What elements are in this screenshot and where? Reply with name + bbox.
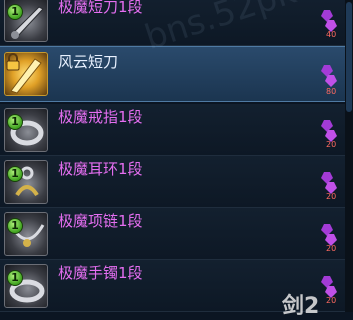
level-badge: 1 [7,114,23,130]
cost-count: 20 [326,296,337,305]
corner-text: 剑2 [282,294,320,319]
lock-icon [6,53,20,71]
list-item[interactable]: 风云短刀 80 [0,46,353,102]
level-badge: 1 [7,218,23,234]
item-name: 极魔耳环1段 [58,160,143,178]
cost-count: 80 [326,87,337,96]
list-item[interactable]: 1 极魔耳环1段 20 [0,156,353,208]
level-badge: 1 [7,270,23,286]
cost-count: 20 [326,192,337,201]
item-name: 极魔戒指1段 [58,108,143,126]
list-item[interactable]: 1 极魔项链1段 20 [0,208,353,260]
level-badge: 1 [7,4,23,20]
item-name: 风云短刀 [58,53,119,71]
list-item[interactable]: 1 极魔戒指1段 20 [0,104,353,156]
level-badge: 1 [7,166,23,182]
gem-icon [321,65,337,87]
scrollbar-thumb[interactable] [346,2,352,112]
item-name: 极魔项链1段 [58,212,143,230]
cost-count: 20 [326,140,337,149]
gold-dagger-icon [4,52,48,96]
item-name: 极魔短刀1段 [58,0,143,16]
cost-count: 40 [326,30,337,39]
cost-count: 20 [326,244,337,253]
scrollbar[interactable] [345,0,353,312]
item-name: 极魔手镯1段 [58,264,143,282]
